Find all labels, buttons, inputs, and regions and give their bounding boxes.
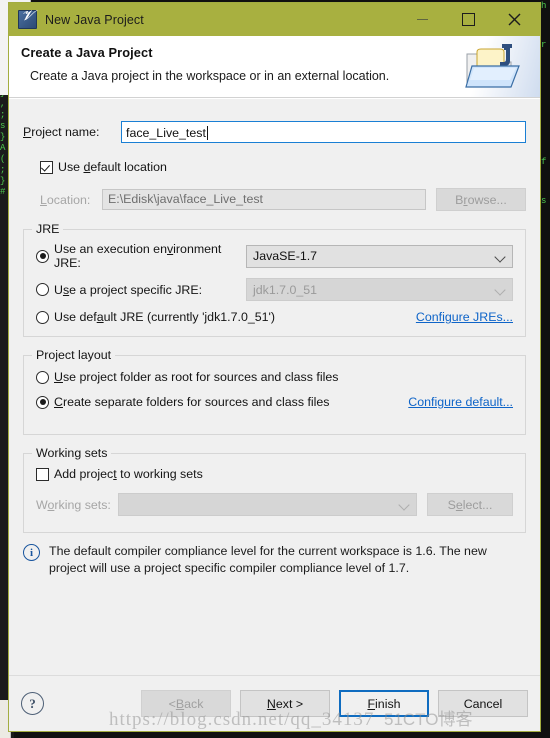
jre-execution-environment-radio[interactable]	[36, 249, 49, 263]
chevron-down-icon	[494, 284, 506, 296]
working-sets-group: Working sets Add project to working sets…	[23, 446, 526, 533]
text-caret	[206, 126, 208, 140]
info-message: The default compiler compliance level fo…	[49, 544, 487, 575]
dialog-button-bar: ? < Back Next > Finish Cancel https://bl…	[9, 675, 540, 731]
working-sets-row: Working sets: Se lect...	[36, 493, 513, 516]
dialog-titlebar[interactable]: New Java Project	[9, 3, 540, 36]
project-layout-group-title: Project layout	[32, 348, 116, 362]
chevron-down-icon	[398, 499, 410, 511]
info-bar: i The default compiler compliance level …	[23, 543, 526, 577]
wizard-buttons: < Back Next > Finish Cancel	[132, 690, 528, 717]
jre-project-specific-label: Use a project specific JRE:	[54, 282, 203, 297]
layout-option-separate-folders[interactable]: Create separate folders for sources and …	[36, 395, 513, 409]
dialog-title: New Java Project	[45, 12, 144, 27]
maximize-icon	[461, 13, 475, 26]
new-java-project-dialog: New Java Project Create a Java Project C…	[8, 2, 541, 732]
java-folder-icon	[465, 44, 520, 88]
configure-jres-link[interactable]: Configure JREs...	[416, 310, 513, 324]
jre-project-specific-combo[interactable]: jdk1.7.0_51	[246, 278, 513, 301]
add-to-working-sets-checkbox[interactable]	[36, 467, 49, 481]
project-name-input[interactable]: face_Live_test	[121, 121, 526, 143]
project-name-row: Project name: face_Live_test	[23, 121, 526, 143]
background-code-right: h r f s	[541, 0, 550, 738]
jre-default-radio[interactable]	[36, 310, 49, 324]
jre-default-label: Use default JRE (currently 'jdk1.7.0_51'…	[54, 310, 275, 324]
jre-project-specific-value: jdk1.7.0_51	[253, 282, 318, 297]
minimize-icon	[416, 18, 428, 20]
location-value: E:\Edisk\java\face_Live_test	[108, 192, 263, 206]
layout-project-folder-radio[interactable]	[36, 370, 49, 384]
layout-separate-folders-label: Create separate folders for sources and …	[54, 395, 330, 409]
cancel-button[interactable]: Cancel	[438, 690, 528, 717]
help-label: ?	[29, 695, 36, 711]
banner-art	[444, 36, 540, 97]
project-name-label: Project name:	[23, 125, 100, 139]
jre-execution-environment-value: JavaSE-1.7	[253, 249, 318, 263]
close-button[interactable]	[492, 3, 536, 36]
close-icon	[508, 13, 520, 26]
next-button[interactable]: Next >	[240, 690, 330, 717]
finish-button[interactable]: Finish	[339, 690, 429, 717]
use-default-location-checkbox[interactable]	[40, 160, 53, 174]
select-working-sets-button[interactable]: Se lect...	[427, 493, 513, 516]
jre-execution-environment-label: Use an execution environment JRE:	[54, 242, 222, 270]
minimize-button[interactable]	[400, 3, 444, 36]
use-default-location-row[interactable]: Use default location	[40, 160, 526, 174]
jre-group: JRE Use an execution environment JRE: Ja…	[23, 222, 526, 337]
working-sets-combo[interactable]	[118, 493, 417, 516]
layout-project-folder-label: Use project folder as root for sources a…	[54, 370, 339, 384]
jre-option-execution-environment[interactable]: Use an execution environment JRE: JavaSE…	[36, 242, 513, 270]
project-name-value: face_Live_test	[126, 126, 206, 140]
use-default-location-label: Use default location	[58, 160, 167, 174]
jre-option-default[interactable]: Use default JRE (currently 'jdk1.7.0_51'…	[36, 310, 513, 324]
jre-project-specific-radio[interactable]	[36, 283, 49, 296]
dialog-banner: Create a Java Project Create a Java proj…	[9, 36, 540, 98]
project-layout-group: Project layout Use project folder as roo…	[23, 348, 526, 435]
jre-group-title: JRE	[32, 222, 64, 236]
location-label: Location:	[40, 192, 91, 207]
back-button[interactable]: < Back	[141, 690, 231, 717]
dialog-content: Project name: face_Live_test Use default…	[9, 103, 540, 675]
java-project-icon	[18, 9, 37, 29]
working-sets-label: Working sets:	[36, 497, 111, 512]
configure-default-link[interactable]: Configure default...	[408, 395, 513, 409]
jre-option-project-specific[interactable]: Use a project specific JRE: jdk1.7.0_51	[36, 278, 513, 301]
location-input[interactable]: E:\Edisk\java\face_Live_test	[102, 189, 426, 210]
layout-separate-folders-radio[interactable]	[36, 395, 49, 409]
add-to-working-sets-label: Add project to working sets	[54, 467, 203, 481]
browse-button[interactable]: Br owse...	[436, 188, 526, 211]
working-sets-group-title: Working sets	[32, 446, 112, 460]
maximize-button[interactable]	[446, 3, 490, 36]
layout-option-project-folder[interactable]: Use project folder as root for sources a…	[36, 370, 513, 384]
help-button[interactable]: ?	[21, 692, 44, 715]
info-icon: i	[23, 544, 40, 561]
jre-execution-environment-combo[interactable]: JavaSE-1.7	[246, 244, 513, 268]
chevron-down-icon	[494, 250, 506, 263]
add-to-working-sets-row[interactable]: Add project to working sets	[36, 467, 513, 481]
location-row: Location: E:\Edisk\java\face_Live_test B…	[40, 188, 526, 211]
